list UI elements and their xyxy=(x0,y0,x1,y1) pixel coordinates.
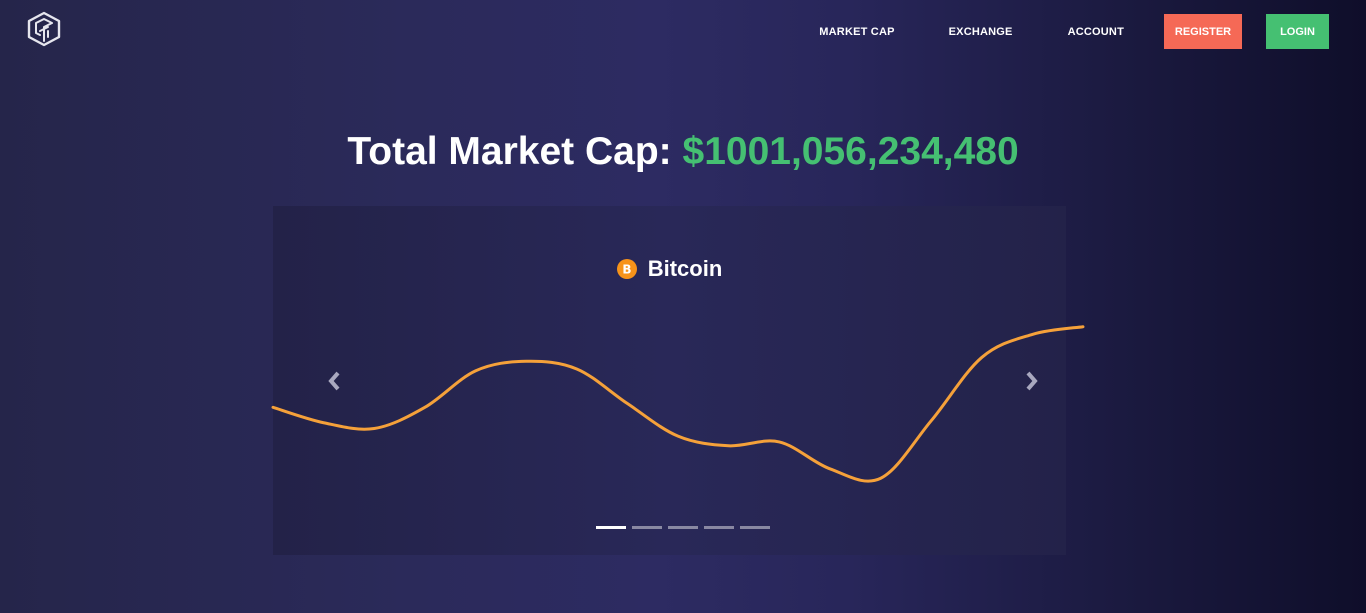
total-market-cap-label: Total Market Cap: xyxy=(347,130,672,173)
nav-link-account[interactable]: ACCOUNT xyxy=(1068,26,1124,38)
chevron-right-icon xyxy=(1026,371,1038,391)
price-series-line xyxy=(271,325,1085,483)
carousel-prev-button[interactable] xyxy=(325,370,345,392)
login-button[interactable]: LOGIN xyxy=(1266,14,1329,49)
logo[interactable] xyxy=(26,11,62,47)
main-nav: MARKET CAP EXCHANGE ACCOUNT REGISTER LOG… xyxy=(819,14,1329,49)
carousel-indicator[interactable] xyxy=(740,526,770,529)
carousel-indicator[interactable] xyxy=(632,526,662,529)
cube-logo-icon xyxy=(27,11,61,47)
coin-carousel: B Bitcoin xyxy=(271,206,1085,555)
register-button[interactable]: REGISTER xyxy=(1164,14,1242,49)
nav-link-exchange[interactable]: EXCHANGE xyxy=(949,26,1013,38)
total-market-cap-value: $1001,056,234,480 xyxy=(682,130,1019,173)
carousel-indicator[interactable] xyxy=(704,526,734,529)
carousel-indicators xyxy=(596,526,776,529)
carousel-indicator[interactable] xyxy=(596,526,626,529)
price-line-chart xyxy=(271,325,1085,483)
total-market-cap-heading: Total Market Cap: $1001,056,234,480 xyxy=(0,128,1366,176)
carousel-indicator[interactable] xyxy=(668,526,698,529)
carousel-next-button[interactable] xyxy=(1021,370,1041,392)
chevron-left-icon xyxy=(328,371,340,391)
nav-link-market-cap[interactable]: MARKET CAP xyxy=(819,26,894,38)
